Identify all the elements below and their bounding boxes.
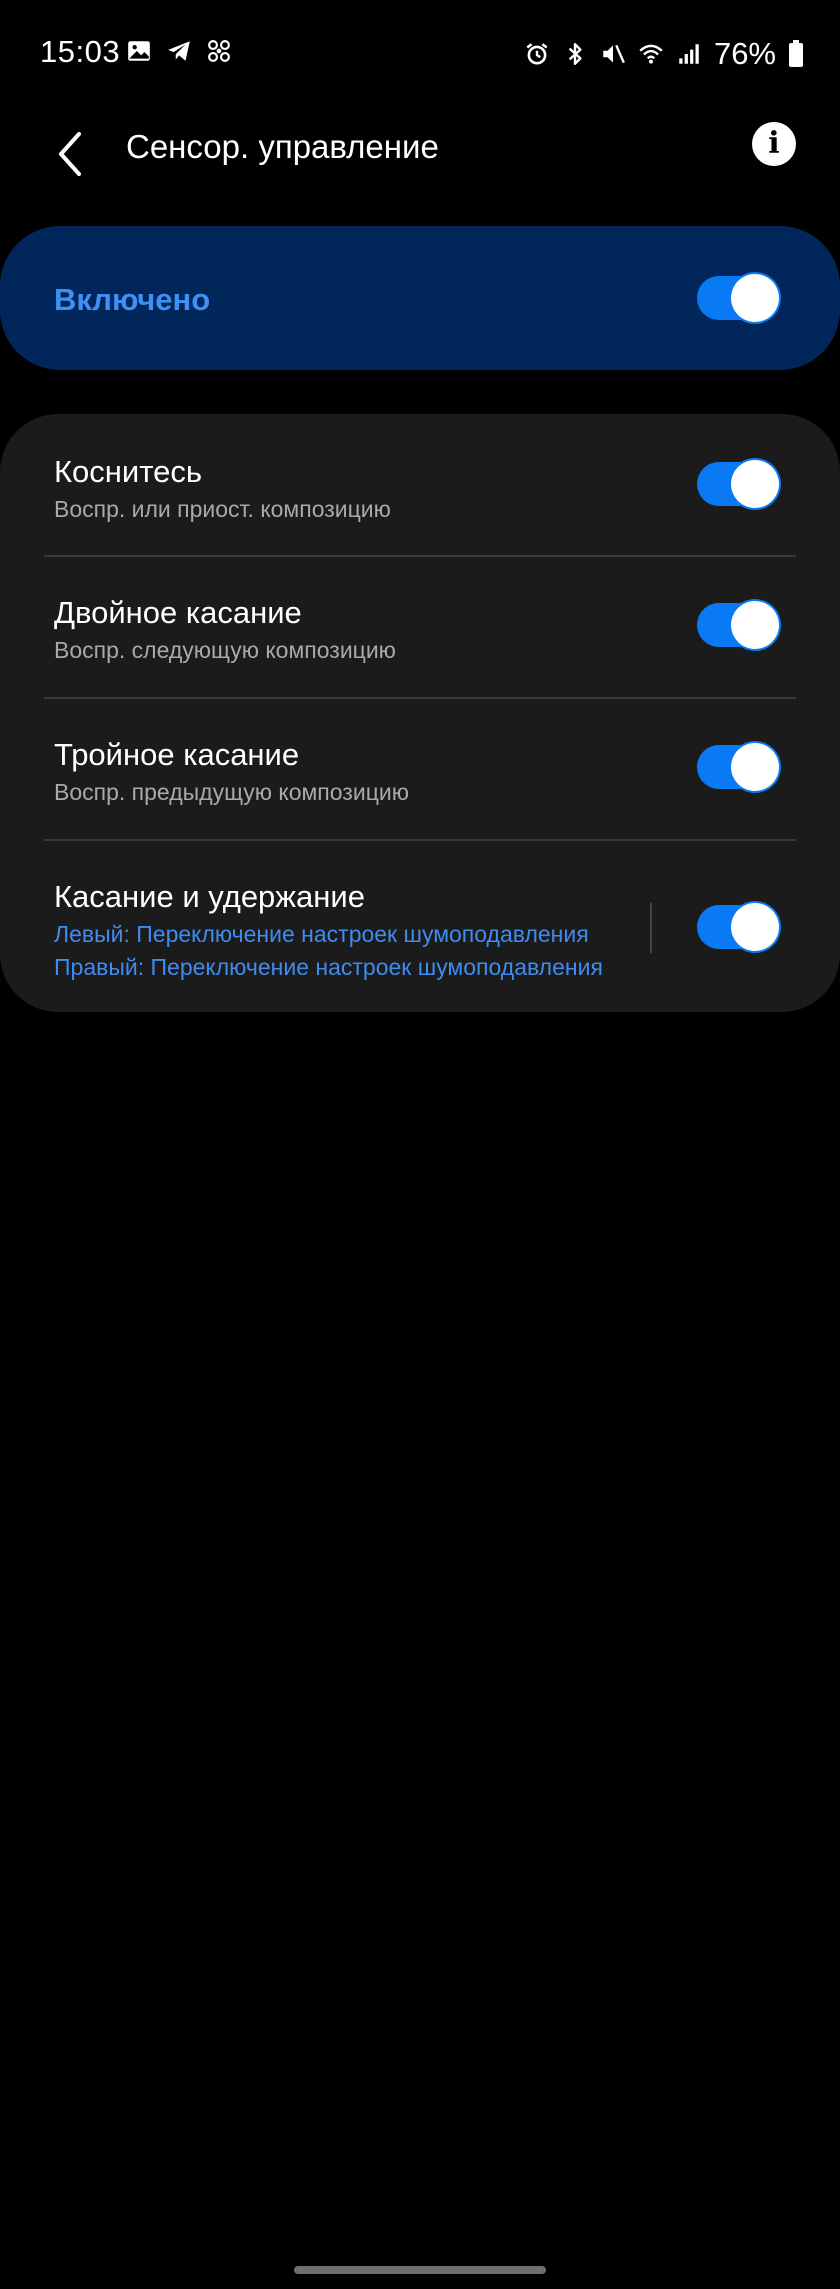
- info-button[interactable]: i: [752, 122, 796, 166]
- page-title: Сенсор. управление: [126, 128, 439, 165]
- tap-toggle-switch[interactable]: [697, 460, 779, 508]
- app-header: Сенсор. управление i: [0, 110, 840, 230]
- toggle-thumb: [731, 274, 779, 322]
- list-item-triple-tap[interactable]: Тройное касание Воспр. предыдущую композ…: [0, 699, 840, 839]
- list-item-subtitle: Воспр. предыдущую композицию: [54, 779, 409, 805]
- status-right-icons: 76%: [524, 36, 804, 72]
- touch-controls-list: Коснитесь Воспр. или приост. композицию …: [0, 414, 840, 1012]
- status-bar: 15:03 76%: [0, 0, 840, 110]
- telegram-icon: [168, 41, 190, 61]
- list-item-subtitle: Воспр. следующую композицию: [54, 637, 396, 663]
- toggle-thumb: [731, 460, 779, 508]
- battery-percentage: 76%: [713, 36, 776, 71]
- chevron-left-icon: [59, 132, 81, 176]
- list-item-touch-and-hold[interactable]: Касание и удержание Левый: Переключение …: [0, 841, 840, 1012]
- master-toggle-switch[interactable]: [697, 274, 779, 322]
- touch-and-hold-toggle-switch[interactable]: [697, 903, 779, 951]
- navigation-gesture-handle[interactable]: [294, 2266, 546, 2274]
- triple-tap-toggle-switch[interactable]: [697, 743, 779, 791]
- alarm-icon: [526, 43, 548, 65]
- gallery-icon: [128, 41, 150, 61]
- fan-icon: [208, 40, 230, 62]
- info-icon: i: [768, 126, 780, 161]
- list-item-double-tap[interactable]: Двойное касание Воспр. следующую компози…: [0, 557, 840, 697]
- back-button[interactable]: [44, 118, 96, 190]
- vertical-divider: [650, 903, 652, 953]
- list-item-title: Коснитесь: [54, 454, 202, 489]
- toggle-thumb: [731, 743, 779, 791]
- bluetooth-icon: [568, 43, 582, 65]
- double-tap-toggle-switch[interactable]: [697, 601, 779, 649]
- toggle-thumb: [731, 601, 779, 649]
- wifi-icon: [639, 44, 663, 64]
- toggle-thumb: [731, 903, 779, 951]
- list-item-subtitle: Воспр. или приост. композицию: [54, 496, 391, 522]
- right-earbud-action: Правый: Переключение настроек шумоподавл…: [54, 954, 603, 980]
- battery-icon: [789, 40, 803, 67]
- status-time: 15:03: [40, 34, 121, 69]
- signal-icon: [679, 44, 699, 64]
- list-item-title: Двойное касание: [54, 595, 302, 630]
- master-toggle-card[interactable]: Включено: [0, 226, 840, 370]
- left-earbud-action: Левый: Переключение настроек шумоподавле…: [54, 921, 589, 947]
- list-item-title: Тройное касание: [54, 737, 300, 772]
- mute-icon: [603, 44, 625, 64]
- status-left-icons: [126, 38, 232, 64]
- master-toggle-label: Включено: [54, 282, 211, 317]
- list-item-title: Касание и удержание: [54, 879, 365, 914]
- list-item-tap[interactable]: Коснитесь Воспр. или приост. композицию: [0, 414, 840, 556]
